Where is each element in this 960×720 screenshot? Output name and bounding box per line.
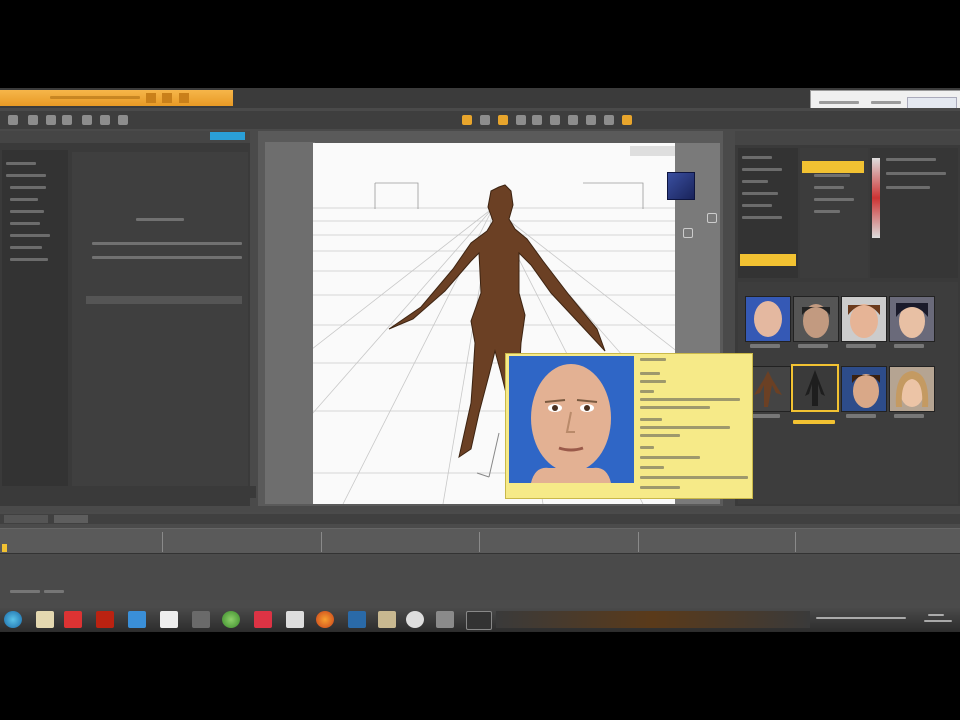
rotate-icon[interactable] [480,115,490,125]
right-pane-tabs[interactable] [735,131,960,145]
new-icon[interactable] [8,115,18,125]
timeline-track[interactable] [0,528,960,554]
thumbnail-face-dark[interactable] [793,296,839,342]
timeline-tab-2[interactable] [54,515,88,523]
popup-preview-image [509,356,634,483]
close-button[interactable] [178,92,189,103]
tab-active[interactable] [210,132,245,140]
window-icon[interactable] [436,611,454,628]
app-icon[interactable] [64,611,82,628]
firefox-icon[interactable] [316,611,334,628]
thumbnail-figure-selected[interactable] [791,364,839,412]
timeline-tab-1[interactable] [4,515,48,523]
light-icon[interactable] [118,115,128,125]
store-icon[interactable] [128,611,146,628]
window-title-text [50,96,140,100]
folder2-icon[interactable] [378,611,396,628]
open-icon[interactable] [28,115,38,125]
viewport-nav-icon[interactable] [707,213,717,223]
monitor-icon[interactable] [466,611,492,630]
k-icon[interactable] [286,611,304,628]
folder-icon[interactable] [192,611,210,628]
timeline-playhead[interactable] [2,544,7,552]
camera-icon[interactable] [462,115,472,125]
thumbnail-face-young[interactable] [841,296,887,342]
figure-icon[interactable] [568,115,578,125]
redo-icon[interactable] [82,115,92,125]
settings-icon[interactable] [406,611,424,628]
maximize-button[interactable] [162,92,173,103]
panel-button[interactable] [86,296,242,304]
timeline-keyframe-area[interactable] [0,556,960,600]
task-icon[interactable] [348,611,366,628]
surface-icon[interactable] [604,115,614,125]
clock[interactable] [922,612,956,626]
viewport-margin [265,142,315,504]
save-icon[interactable] [46,115,56,125]
node-icon[interactable] [532,115,542,125]
window-icon[interactable] [622,115,632,125]
left-category-list[interactable] [2,150,68,490]
view-cube[interactable] [667,172,695,200]
start-icon[interactable] [4,611,22,628]
thumbnail-face-bald[interactable] [745,296,791,342]
pdf-icon[interactable] [254,611,272,628]
window-title-tab[interactable] [0,90,233,106]
media-icon[interactable] [96,611,114,628]
content-detail [870,148,958,278]
universal-icon[interactable] [550,115,560,125]
left-status-bar [0,486,256,498]
render-icon[interactable] [100,115,110,125]
taskbar-gap [496,611,810,628]
thumbnail-face-cartoon[interactable] [889,296,935,342]
left-main-panel [72,152,248,492]
viewport-nav-icon-2[interactable] [683,228,693,238]
timeline-tabs[interactable] [0,514,960,524]
thumbnail-face-female[interactable] [889,366,935,412]
joint-icon[interactable] [586,115,596,125]
viewport-control-bar[interactable] [630,146,675,156]
minimize-button[interactable] [146,92,157,103]
word-icon[interactable] [160,611,178,628]
thumbnail-face-male[interactable] [841,366,887,412]
scale-icon[interactable] [516,115,526,125]
translate-icon[interactable] [498,115,508,125]
system-tray[interactable] [816,614,916,624]
chrome-icon[interactable] [222,611,240,628]
explorer-icon[interactable] [36,611,54,628]
selected-content-item[interactable] [802,161,864,173]
load-button[interactable] [740,254,796,266]
color-swatch [872,158,880,238]
undo-icon[interactable] [62,115,72,125]
